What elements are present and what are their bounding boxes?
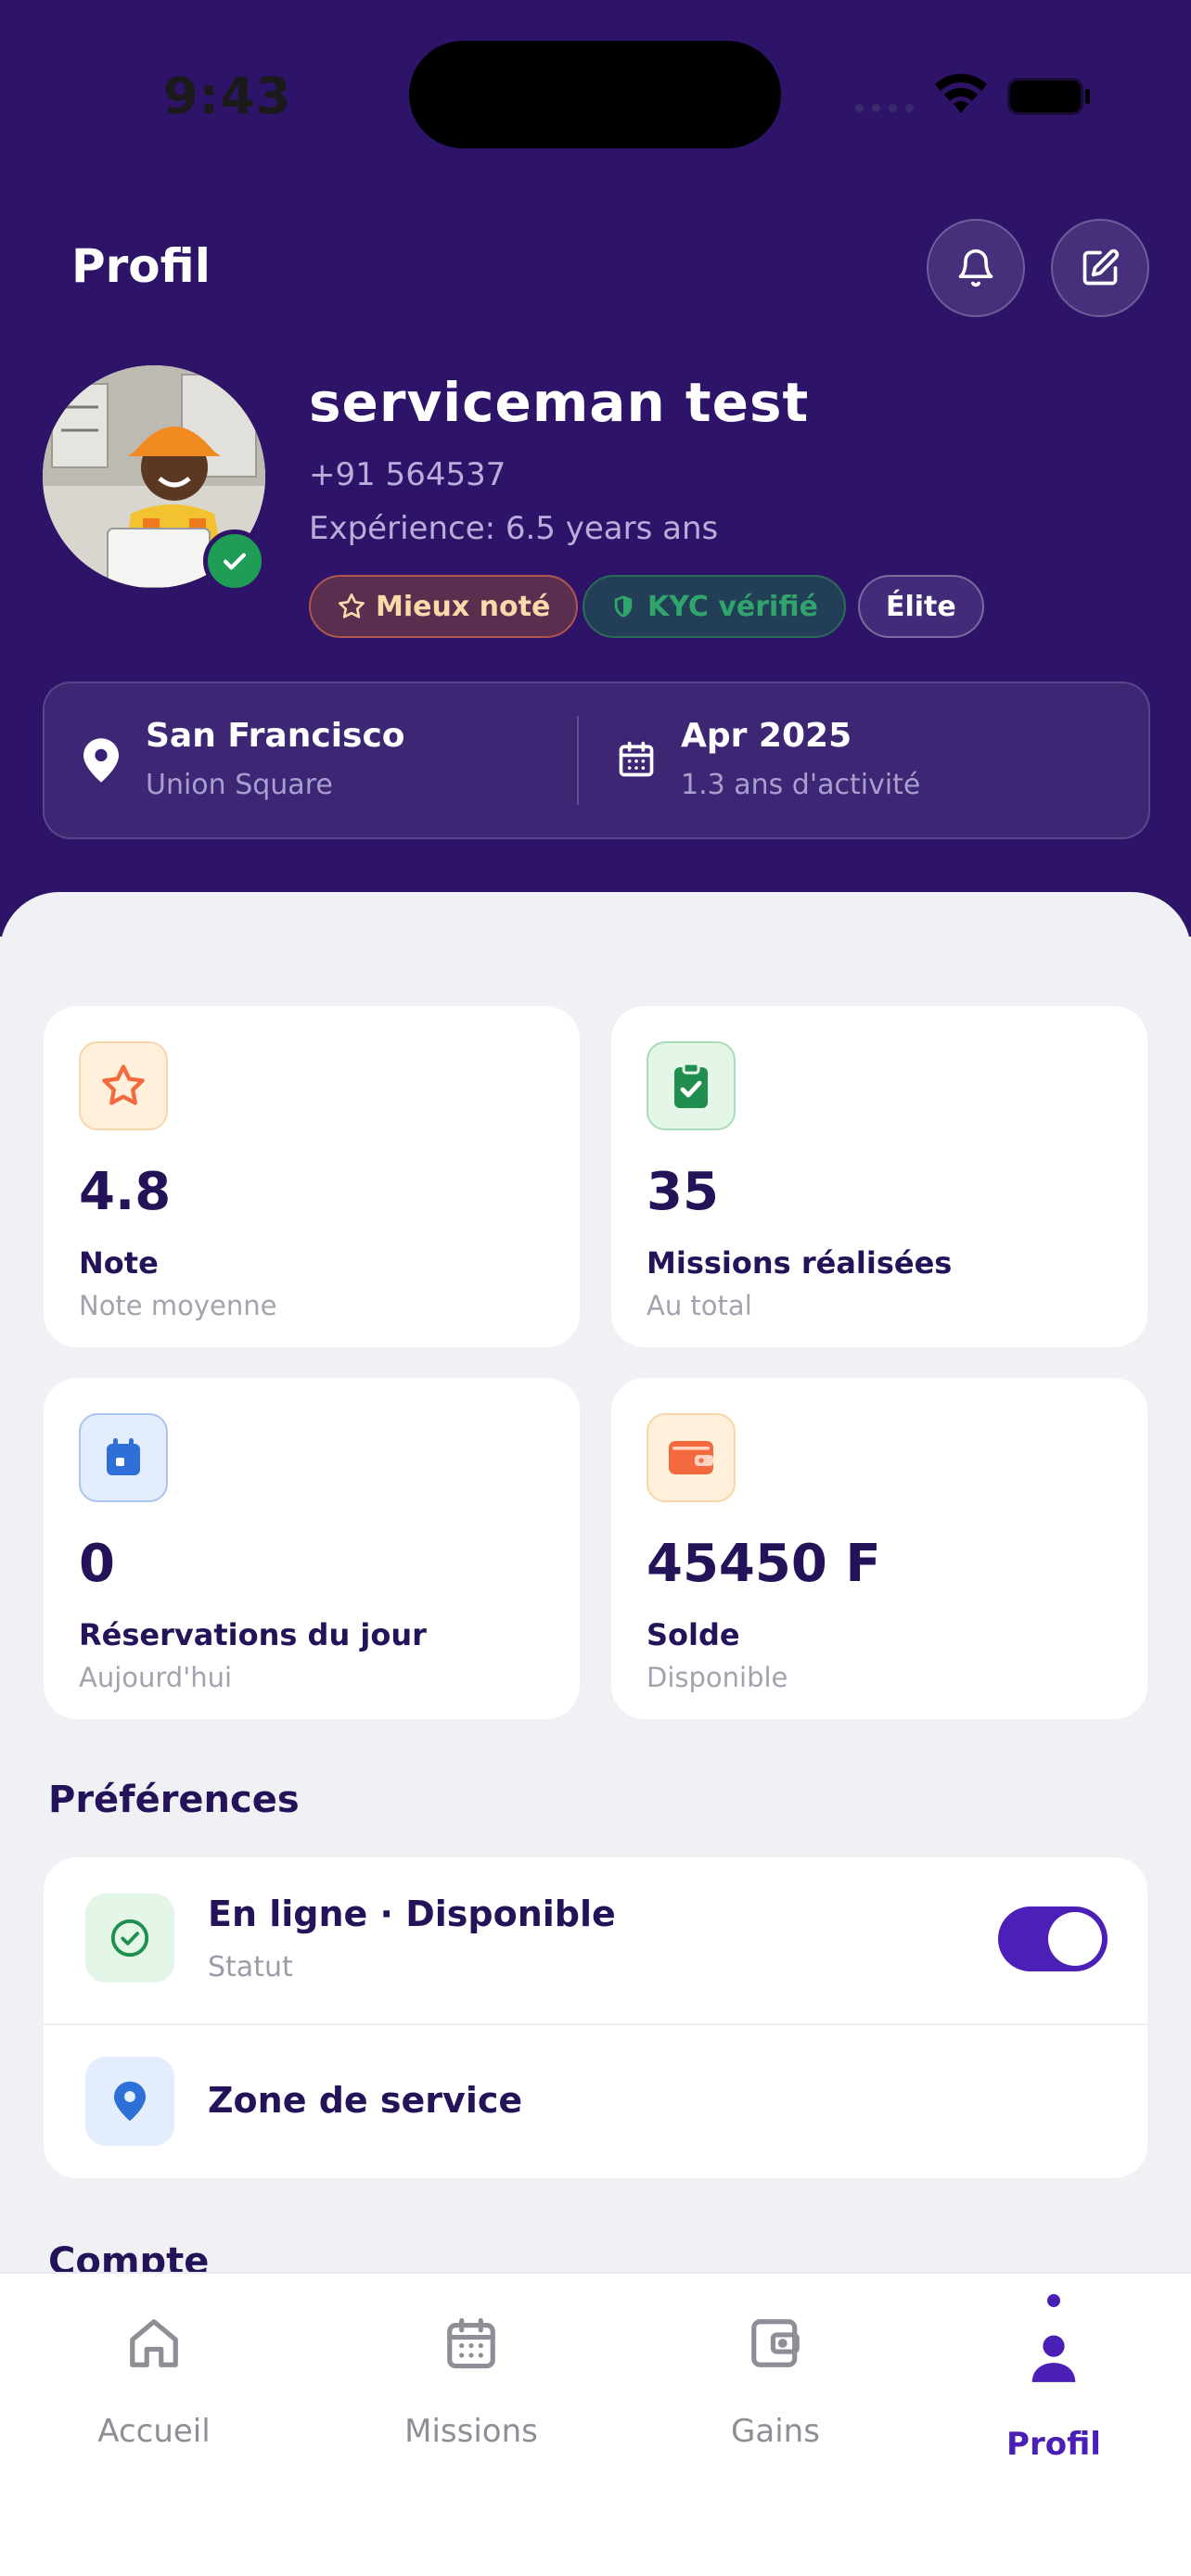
tab-icon-wrap — [360, 2315, 583, 2372]
page-title: Profil — [71, 239, 211, 293]
profile-phone: +91 564537 — [309, 456, 506, 493]
tab-label: Accueil — [97, 2413, 211, 2450]
profile-name: serviceman test — [309, 371, 810, 434]
stat-card-balance[interactable]: 45450 F Solde Disponible — [611, 1378, 1147, 1719]
tab-icon-wrap — [43, 2315, 265, 2372]
home-icon — [130, 2319, 178, 2367]
status-title: En ligne · Disponible — [208, 1894, 616, 1934]
preferences-title: Préférences — [48, 1779, 300, 1821]
location-area: Union Square — [146, 769, 333, 801]
tab-icon-wrap — [942, 2329, 1165, 2387]
battery-cap — [1085, 89, 1090, 104]
star-icon — [339, 593, 365, 618]
stat-label: Missions réalisées — [647, 1245, 953, 1281]
stat-value: 0 — [79, 1534, 115, 1594]
calendar-icon — [619, 741, 654, 777]
stat-sub: Note moyenne — [79, 1290, 277, 1321]
user-icon — [1031, 2335, 1076, 2382]
availability-toggle[interactable] — [998, 1906, 1108, 1971]
calendar-icon — [447, 2317, 495, 2369]
stat-icon-box — [647, 1041, 736, 1130]
status-icon-box — [85, 1894, 174, 1983]
status-bar: 9:43 — [0, 0, 1191, 185]
location-card — [43, 682, 1150, 839]
location-divider — [577, 716, 579, 805]
stat-icon-box — [79, 1413, 168, 1502]
kyc-badge: KYC vérifié — [583, 575, 846, 638]
clipboard-check-icon — [674, 1062, 708, 1108]
profile-experience: Expérience: 6.5 years ans — [309, 510, 719, 547]
wallet-icon — [669, 1441, 713, 1474]
badge-label: Mieux noté — [376, 590, 551, 623]
active-tab-indicator — [1047, 2294, 1060, 2307]
verified-badge — [203, 529, 266, 593]
stat-card-bookings[interactable]: 0 Réservations du jour Aujourd'hui — [44, 1378, 580, 1719]
stat-card-missions[interactable]: 35 Missions réalisées Au total — [611, 1006, 1147, 1347]
bell-icon — [958, 249, 993, 287]
stat-label: Note — [79, 1245, 159, 1281]
tab-home[interactable]: Accueil — [43, 2272, 265, 2476]
cellular-signal-icon — [855, 104, 914, 112]
tab-label: Gains — [731, 2413, 820, 2450]
map-pin-icon — [83, 738, 119, 783]
edit-icon — [1082, 249, 1120, 286]
status-time: 9:43 — [163, 67, 292, 125]
stat-sub: Au total — [647, 1290, 752, 1321]
stat-value: 4.8 — [79, 1162, 172, 1222]
notifications-button[interactable] — [927, 219, 1025, 317]
tab-icon-wrap — [664, 2315, 887, 2372]
battery-icon — [1007, 78, 1083, 115]
service-zone-item[interactable]: Zone de service — [208, 2080, 522, 2121]
elite-badge: Élite — [858, 575, 984, 638]
tab-profile[interactable]: Profil — [942, 2272, 1165, 2476]
stat-label: Solde — [647, 1617, 740, 1652]
stat-sub: Disponible — [647, 1662, 788, 1693]
wallet-icon — [751, 2319, 800, 2367]
wifi-icon — [935, 73, 987, 113]
shield-icon — [614, 595, 633, 618]
location-city: San Francisco — [146, 717, 405, 755]
top-rated-badge: Mieux noté — [309, 575, 579, 638]
tab-earnings[interactable]: Gains — [664, 2272, 887, 2476]
stat-card-rating[interactable]: 4.8 Note Note moyenne — [44, 1006, 580, 1347]
check-circle-icon — [110, 1919, 149, 1958]
stat-value: 35 — [647, 1162, 719, 1222]
zone-icon-box — [85, 2057, 174, 2146]
stat-icon-box — [647, 1413, 736, 1502]
member-since-duration: 1.3 ans d'activité — [681, 769, 921, 801]
stat-sub: Aujourd'hui — [79, 1662, 233, 1693]
map-pin-icon — [114, 2081, 146, 2122]
tab-label: Missions — [404, 2413, 538, 2450]
star-icon — [102, 1065, 145, 1105]
edit-profile-button[interactable] — [1051, 219, 1149, 317]
stat-label: Réservations du jour — [79, 1617, 427, 1652]
stat-icon-box — [79, 1041, 168, 1130]
stat-value: 45450 F — [647, 1534, 881, 1594]
tab-label: Profil — [1006, 2426, 1101, 2463]
preferences-divider — [44, 2023, 1147, 2025]
status-sub: Statut — [208, 1951, 293, 1983]
tab-missions[interactable]: Missions — [360, 2272, 583, 2476]
check-icon — [223, 553, 247, 570]
dynamic-island — [409, 41, 781, 148]
member-since-date: Apr 2025 — [681, 717, 852, 755]
badge-label: Élite — [886, 590, 956, 623]
badge-label: KYC vérifié — [647, 590, 818, 623]
toggle-knob — [1048, 1912, 1102, 1966]
calendar-icon — [107, 1438, 140, 1475]
